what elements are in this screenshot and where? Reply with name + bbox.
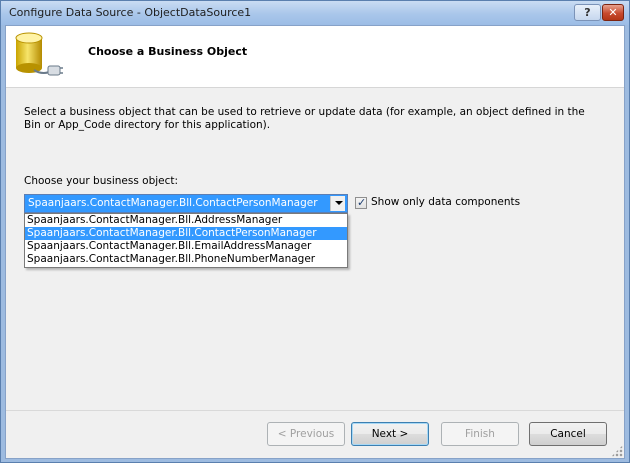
title-bar[interactable]: Configure Data Source - ObjectDataSource… [1,1,629,25]
business-object-label: Choose your business object: [24,175,179,187]
dropdown-option[interactable]: Spaanjaars.ContactManager.Bll.PhoneNumbe… [25,253,347,266]
business-object-dropdown-list: Spaanjaars.ContactManager.Bll.AddressMan… [24,213,348,268]
combobox-selected-value: Spaanjaars.ContactManager.Bll.ContactPer… [28,197,318,209]
show-only-data-components-checkbox[interactable] [355,196,367,209]
previous-button[interactable]: < Previous [267,422,345,446]
database-icon [15,32,63,76]
description-text: Select a business object that can be use… [24,106,585,131]
business-object-combobox[interactable]: Spaanjaars.ContactManager.Bll.ContactPer… [24,194,348,213]
next-button[interactable]: Next > [351,422,429,446]
chevron-down-icon[interactable] [330,196,345,211]
dropdown-option[interactable]: Spaanjaars.ContactManager.Bll.EmailAddre… [25,240,347,253]
dialog-client-area: Choose a Business Object Select a busine… [5,25,625,459]
window-title: Configure Data Source - ObjectDataSource… [9,6,252,19]
finish-button[interactable]: Finish [441,422,519,446]
dropdown-option-highlighted[interactable]: Spaanjaars.ContactManager.Bll.ContactPer… [25,227,347,240]
resize-grip-icon[interactable] [611,445,623,457]
close-button[interactable]: ✕ [602,4,624,21]
help-button[interactable]: ? [574,4,601,21]
cancel-button[interactable]: Cancel [529,422,607,446]
wizard-header: Choose a Business Object [6,26,624,88]
footer-divider [6,410,624,411]
dropdown-option[interactable]: Spaanjaars.ContactManager.Bll.AddressMan… [25,214,347,227]
dialog-window: Configure Data Source - ObjectDataSource… [0,0,630,463]
page-title: Choose a Business Object [88,45,248,58]
show-only-data-components-label[interactable]: Show only data components [371,196,520,208]
